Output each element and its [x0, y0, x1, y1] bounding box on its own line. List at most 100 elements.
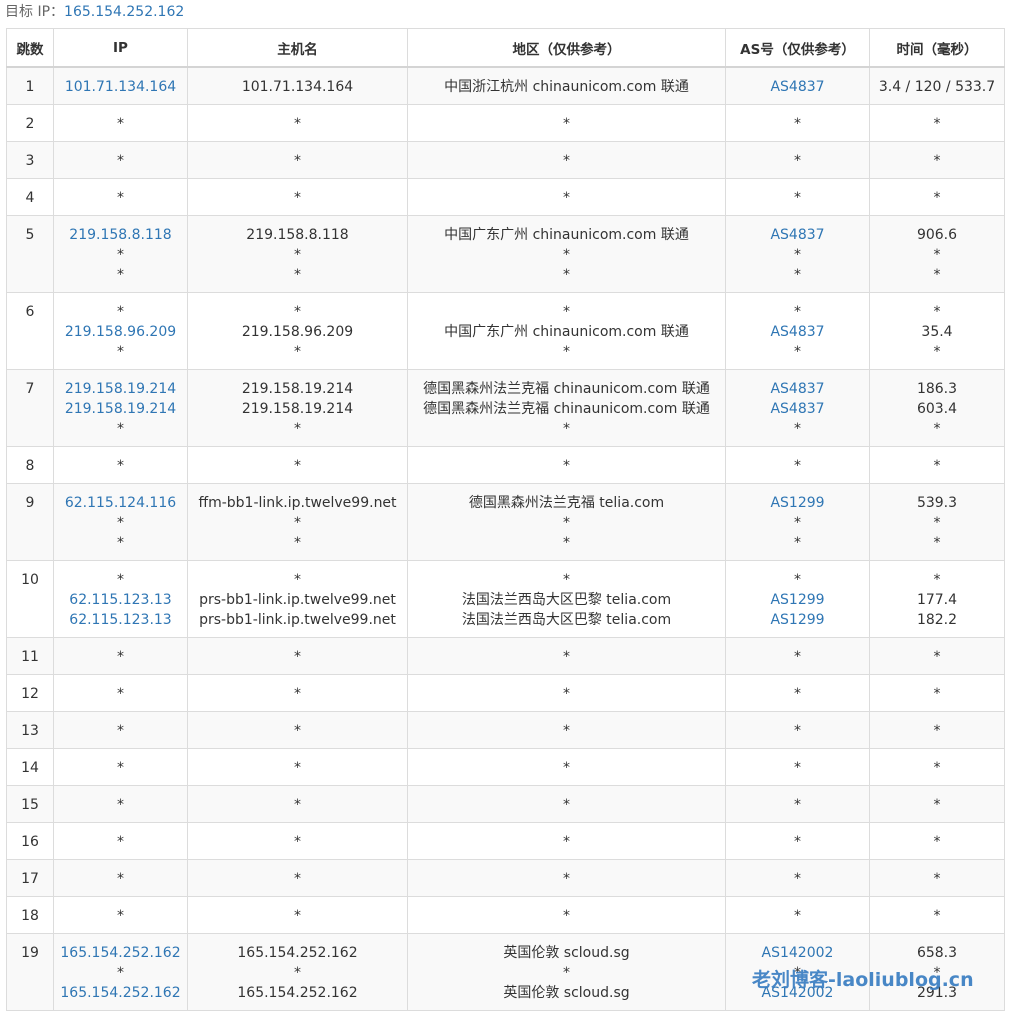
- table-row: 9 62.115.124.116 * * ffm-bb1-link.ip.twelve9…: [6, 482, 1005, 561]
- region-value: *: [563, 152, 570, 169]
- time-cell: 906.6 * *: [869, 214, 1005, 293]
- time-value: *: [933, 420, 941, 437]
- host-value: *: [294, 870, 301, 887]
- host-cell: 219.158.19.214 219.158.19.214 *: [187, 368, 408, 447]
- as-value[interactable]: AS4837: [726, 399, 869, 419]
- ip-value[interactable]: 62.115.124.116: [54, 493, 187, 513]
- as-value[interactable]: AS1299: [726, 610, 869, 630]
- host-value: prs-bb1-link.ip.twelve99.net: [199, 591, 396, 608]
- table-row: 6 * 219.158.96.209 * * 219.158.96.209 * * 中国广东广州…: [6, 291, 1005, 370]
- ip-value[interactable]: 101.71.134.164: [54, 77, 187, 97]
- ip-value: *: [117, 833, 124, 850]
- as-value[interactable]: AS1299: [726, 590, 869, 610]
- region-cell: 英国伦敦 scloud.sg * 英国伦敦 scloud.sg: [407, 932, 726, 1011]
- hop-cell: 14: [6, 747, 54, 786]
- host-cell: *: [187, 821, 408, 860]
- host-cell: * prs-bb1-link.ip.twelve99.net prs-bb1-lin…: [187, 559, 408, 638]
- hop-number: 13: [21, 722, 39, 739]
- region-value: *: [563, 246, 570, 263]
- region-value: *: [563, 189, 570, 206]
- target-ip-value[interactable]: 165.154.252.162: [64, 4, 184, 20]
- ip-cell: *: [53, 710, 188, 749]
- host-cell: *: [187, 673, 408, 712]
- region-value: 英国伦敦 scloud.sg: [503, 984, 630, 1001]
- table-row: 17 * * * * *: [6, 858, 1005, 897]
- ip-value[interactable]: 219.158.8.118: [54, 225, 187, 245]
- ip-cell: *: [53, 445, 188, 484]
- table-row: 3 * * * * *: [6, 140, 1005, 179]
- time-value: *: [933, 759, 941, 776]
- host-cell: *: [187, 858, 408, 897]
- as-value[interactable]: AS1299: [726, 493, 869, 513]
- time-cell: *: [869, 636, 1005, 675]
- as-value: *: [794, 722, 801, 739]
- ip-cell: * 219.158.96.209 *: [53, 291, 188, 370]
- as-value: *: [794, 266, 801, 283]
- hop-number: 12: [21, 685, 39, 702]
- as-value: *: [794, 457, 801, 474]
- as-value[interactable]: AS4837: [726, 322, 869, 342]
- host-value: *: [294, 246, 301, 263]
- ip-value[interactable]: 219.158.96.209: [54, 322, 187, 342]
- as-cell: * AS4837 *: [725, 291, 870, 370]
- host-value: 219.158.19.214: [241, 380, 354, 397]
- time-value: *: [933, 722, 941, 739]
- hop-cell: 12: [6, 673, 54, 712]
- time-cell: *: [869, 821, 1005, 860]
- ip-value[interactable]: 62.115.123.13: [54, 610, 187, 630]
- table-row: 13 * * * * *: [6, 710, 1005, 749]
- as-value[interactable]: AS4837: [726, 77, 869, 97]
- host-value: prs-bb1-link.ip.twelve99.net: [199, 611, 396, 628]
- as-value[interactable]: AS4837: [726, 379, 869, 399]
- region-value: *: [563, 907, 570, 924]
- col-header-hop: 跳数: [6, 28, 54, 68]
- hop-number: 2: [25, 115, 35, 132]
- as-value: *: [794, 246, 801, 263]
- hop-number: 5: [25, 226, 35, 243]
- hop-cell: 15: [6, 784, 54, 823]
- ip-cell: 62.115.124.116 * *: [53, 482, 188, 561]
- hop-cell: 2: [6, 103, 54, 142]
- host-value: *: [294, 514, 301, 531]
- ip-value: *: [117, 685, 124, 702]
- time-value: 539.3: [916, 494, 958, 511]
- as-value[interactable]: AS4837: [726, 225, 869, 245]
- ip-value: *: [117, 303, 124, 320]
- ip-value[interactable]: 165.154.252.162: [54, 943, 187, 963]
- hop-number: 11: [21, 648, 39, 665]
- time-value: 186.3: [916, 380, 958, 397]
- as-cell: *: [725, 821, 870, 860]
- host-cell: *: [187, 140, 408, 179]
- ip-value[interactable]: 62.115.123.13: [54, 590, 187, 610]
- ip-value[interactable]: 219.158.19.214: [54, 379, 187, 399]
- time-value: *: [933, 907, 941, 924]
- ip-value: *: [117, 189, 124, 206]
- time-value: 177.4: [916, 591, 958, 608]
- ip-cell: *: [53, 821, 188, 860]
- time-cell: 539.3 * *: [869, 482, 1005, 561]
- region-value: *: [563, 534, 570, 551]
- hop-number: 15: [21, 796, 39, 813]
- ip-cell: 219.158.8.118 * *: [53, 214, 188, 293]
- region-value: *: [563, 964, 570, 981]
- host-value: *: [294, 796, 301, 813]
- ip-value: *: [117, 343, 124, 360]
- ip-value: *: [117, 420, 124, 437]
- host-value: *: [294, 266, 301, 283]
- as-value[interactable]: AS142002: [726, 943, 869, 963]
- region-value: *: [563, 833, 570, 850]
- time-cell: *: [869, 140, 1005, 179]
- ip-cell: *: [53, 858, 188, 897]
- region-value: *: [563, 685, 570, 702]
- time-cell: *: [869, 103, 1005, 142]
- host-value: *: [294, 115, 301, 132]
- region-value: *: [563, 514, 570, 531]
- as-cell: *: [725, 673, 870, 712]
- region-value: *: [563, 796, 570, 813]
- ip-value: *: [117, 759, 124, 776]
- ip-value[interactable]: 165.154.252.162: [54, 983, 187, 1003]
- ip-value[interactable]: 219.158.19.214: [54, 399, 187, 419]
- as-value: *: [794, 420, 801, 437]
- host-value: *: [294, 189, 301, 206]
- hop-number: 18: [21, 907, 39, 924]
